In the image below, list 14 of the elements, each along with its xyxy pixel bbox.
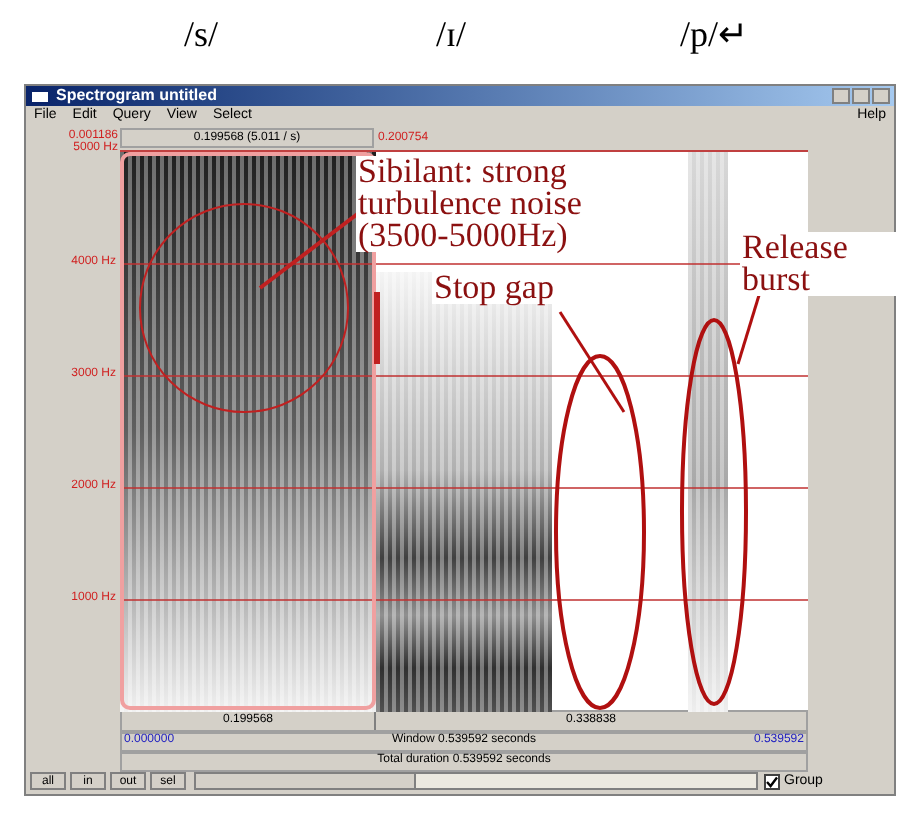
- leader-line: [736, 290, 762, 364]
- leader-line: [258, 209, 362, 289]
- close-button[interactable]: [872, 88, 890, 105]
- window-icon: [30, 89, 50, 104]
- phoneme-label: /ɪ/: [436, 16, 467, 52]
- boundary-mark: [374, 291, 380, 363]
- phoneme-label: /s/: [184, 16, 219, 52]
- maximize-button[interactable]: [852, 88, 870, 105]
- leader-line: [558, 310, 626, 412]
- phoneme-label: /p/↵: [680, 16, 749, 52]
- horizontal-scrollbar[interactable]: [194, 772, 758, 791]
- group-checkbox[interactable]: [764, 773, 780, 790]
- window-title: Spectrogram untitled: [56, 88, 217, 105]
- minimize-button[interactable]: [832, 88, 850, 105]
